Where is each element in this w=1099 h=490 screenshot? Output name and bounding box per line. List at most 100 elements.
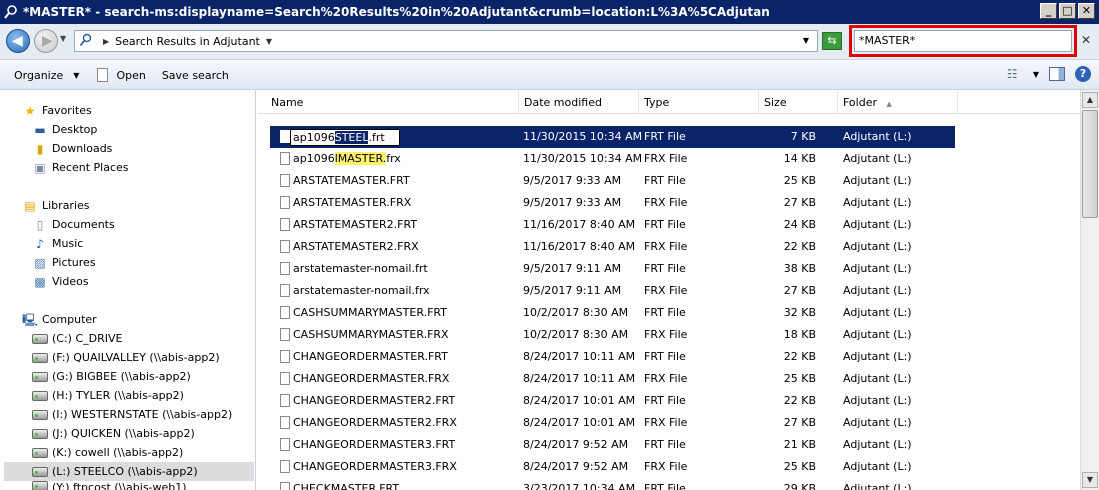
nav-recent-places[interactable]: ▣ Recent Places	[32, 158, 128, 177]
file-size: 27 KB	[783, 284, 816, 297]
nav-drive-h[interactable]: (H:) TYLER (\\abis-app2)	[32, 386, 184, 405]
nav-label: Favorites	[42, 104, 92, 117]
nav-drive-l[interactable]: (L:) STEELCO (\\abis-app2)	[4, 462, 254, 481]
nav-drive-f[interactable]: (F:) QUAILVALLEY (\\abis-app2)	[32, 348, 220, 367]
nav-videos[interactable]: ▩ Videos	[32, 272, 88, 291]
file-row[interactable]: ARSTATEMASTER2.FRT 11/16/2017 8:40 AM FRT …	[270, 214, 955, 236]
close-button[interactable]: ✕	[1078, 3, 1095, 19]
file-row[interactable]: CHANGEORDERMASTER.FRT 8/24/2017 10:11 AM F…	[270, 346, 955, 368]
nav-label: (I:) WESTERNSTATE (\\abis-app2)	[52, 408, 233, 421]
view-dropdown-icon[interactable]: ▼	[1033, 70, 1039, 79]
nav-pictures[interactable]: ▨ Pictures	[32, 253, 95, 272]
file-size: 18 KB	[783, 328, 816, 341]
organize-button[interactable]: Organize ▼	[14, 69, 79, 82]
scroll-thumb[interactable]	[1082, 110, 1098, 218]
breadcrumb[interactable]: Search Results in Adjutant	[115, 35, 260, 48]
file-row[interactable]: ap1096lMASTER.frx 11/30/2015 10:34 AM FR…	[270, 148, 955, 170]
nav-favorites[interactable]: ★ Favorites	[22, 101, 92, 120]
file-name: ARSTATEMASTER2.FRT	[293, 218, 418, 231]
nav-drive-j[interactable]: (J:) QUICKEN (\\abis-app2)	[32, 424, 195, 443]
nav-documents[interactable]: ▯ Documents	[32, 215, 115, 234]
history-dropdown-icon[interactable]: ▼	[60, 34, 66, 43]
organize-label: Organize	[14, 68, 64, 82]
file-row[interactable]: CHANGEORDERMASTER3.FRT 8/24/2017 9:52 AM F…	[270, 434, 955, 456]
file-folder: Adjutant (L:)	[843, 262, 912, 275]
clear-search-icon[interactable]: ✕	[1081, 33, 1095, 47]
help-icon[interactable]: ?	[1075, 66, 1091, 82]
column-type[interactable]: Type	[639, 90, 759, 114]
preview-pane-icon[interactable]	[1049, 67, 1065, 81]
back-button[interactable]: ◀	[6, 29, 30, 53]
file-row[interactable]: CHANGEORDERMASTER2.FRX 8/24/2017 10:01 AM…	[270, 412, 955, 434]
breadcrumb-dropdown-icon[interactable]: ▼	[266, 37, 272, 46]
file-name: CHANGEORDERMASTER2.FRT	[293, 394, 456, 407]
file-row-selected[interactable]: ap1096STEEL.frt 11/30/2015 10:34 AM FRT …	[270, 126, 955, 148]
address-bar[interactable]: ▶ Search Results in Adjutant ▼ ▼	[74, 30, 818, 52]
nav-label: (K:) cowell (\\abis-app2)	[52, 446, 184, 459]
nav-drive-i[interactable]: (I:) WESTERNSTATE (\\abis-app2)	[32, 405, 232, 424]
rename-input[interactable]: ap1096STEEL.frt	[290, 129, 400, 146]
nav-drive-y[interactable]: (Y:) ftpcost (\\abis-web1)	[32, 481, 187, 490]
open-button[interactable]: Open	[97, 68, 146, 82]
vertical-scrollbar[interactable]: ▲ ▼	[1080, 90, 1099, 490]
file-row[interactable]: CHECKMASTER.FRT 3/23/2017 10:34 AM FRT Fil…	[270, 478, 955, 490]
forward-button[interactable]: ▶	[34, 29, 58, 53]
sort-ascending-icon: ▲	[886, 100, 892, 108]
file-row[interactable]: CASHSUMMARYMASTER.FRT 10/2/2017 8:30 AM FR…	[270, 302, 955, 324]
scroll-up-icon[interactable]: ▲	[1082, 92, 1098, 108]
file-icon	[280, 482, 290, 490]
file-row[interactable]: CHANGEORDERMASTER.FRX 8/24/2017 10:11 AM F…	[270, 368, 955, 390]
nav-label: Downloads	[52, 142, 113, 155]
file-size: 32 KB	[783, 306, 816, 319]
file-row[interactable]: arstatemaster-nomail.frx 9/5/2017 9:11 AM…	[270, 280, 955, 302]
change-view-icon[interactable]: ☷	[1007, 67, 1023, 81]
file-icon	[280, 196, 290, 209]
save-search-button[interactable]: Save search	[162, 69, 229, 82]
address-dropdown-icon[interactable]: ▼	[803, 36, 809, 45]
nav-desktop[interactable]: ▬ Desktop	[32, 120, 97, 139]
file-type: FRX File	[644, 416, 688, 429]
file-type: FRT File	[644, 262, 686, 275]
nav-downloads[interactable]: ▮ Downloads	[32, 139, 113, 158]
column-name[interactable]: Name	[266, 90, 519, 114]
column-folder[interactable]: Folder ▲	[838, 90, 958, 114]
minimize-button[interactable]: _	[1040, 3, 1057, 19]
nav-computer[interactable]: 🖳 Computer	[22, 310, 97, 329]
column-size[interactable]: Size	[759, 90, 838, 114]
nav-libraries[interactable]: ▤ Libraries	[22, 196, 89, 215]
nav-drive-k[interactable]: (K:) cowell (\\abis-app2)	[32, 443, 183, 462]
forward-arrow-icon: ▶	[42, 33, 53, 49]
file-icon	[280, 130, 290, 143]
nav-drive-c[interactable]: (C:) C_DRIVE	[32, 329, 122, 348]
column-date[interactable]: Date modified	[519, 90, 639, 114]
document-icon	[97, 68, 109, 82]
file-row[interactable]: CHANGEORDERMASTER2.FRT 8/24/2017 10:01 AM…	[270, 390, 955, 412]
file-size: 7 KB	[790, 130, 816, 143]
file-row[interactable]: ARSTATEMASTER.FRX 9/5/2017 9:33 AM FRX Fil…	[270, 192, 955, 214]
nav-music[interactable]: ♪ Music	[32, 234, 83, 253]
file-date: 8/24/2017 10:11 AM	[523, 350, 636, 363]
scroll-down-icon[interactable]: ▼	[1082, 472, 1098, 488]
file-type: FRX File	[644, 152, 688, 165]
file-type: FRX File	[644, 372, 688, 385]
videos-icon: ▩	[34, 274, 46, 289]
search-input[interactable]: *MASTER*	[854, 30, 1072, 52]
file-row[interactable]: arstatemaster-nomail.frt 9/5/2017 9:11 AM…	[270, 258, 955, 280]
file-row[interactable]: ARSTATEMASTER2.FRX 11/16/2017 8:40 AM FRX …	[270, 236, 955, 258]
file-row[interactable]: CHANGEORDERMASTER3.FRX 8/24/2017 9:52 AM F…	[270, 456, 955, 478]
refresh-button[interactable]: ⇆	[822, 32, 842, 50]
nav-label: (G:) BIGBEE (\\abis-app2)	[52, 370, 191, 383]
column-header: Name Date modified Type Size Folder ▲	[258, 90, 1080, 114]
nav-drive-g[interactable]: (G:) BIGBEE (\\abis-app2)	[32, 367, 191, 386]
file-name: ap1096lMASTER.frx	[293, 148, 401, 170]
breadcrumb-separator-icon[interactable]: ▶	[103, 37, 109, 46]
file-folder: Adjutant (L:)	[843, 218, 912, 231]
file-type: FRT File	[644, 350, 686, 363]
maximize-button[interactable]: □	[1059, 3, 1076, 19]
file-date: 10/2/2017 8:30 AM	[523, 328, 629, 341]
file-row[interactable]: CASHSUMMARYMASTER.FRX 10/2/2017 8:30 AM FR…	[270, 324, 955, 346]
file-date: 8/24/2017 10:01 AM	[523, 416, 636, 429]
network-drive-icon	[32, 428, 48, 439]
file-date: 8/24/2017 10:01 AM	[523, 394, 636, 407]
file-row[interactable]: ARSTATEMASTER.FRT 9/5/2017 9:33 AM FRT Fil…	[270, 170, 955, 192]
